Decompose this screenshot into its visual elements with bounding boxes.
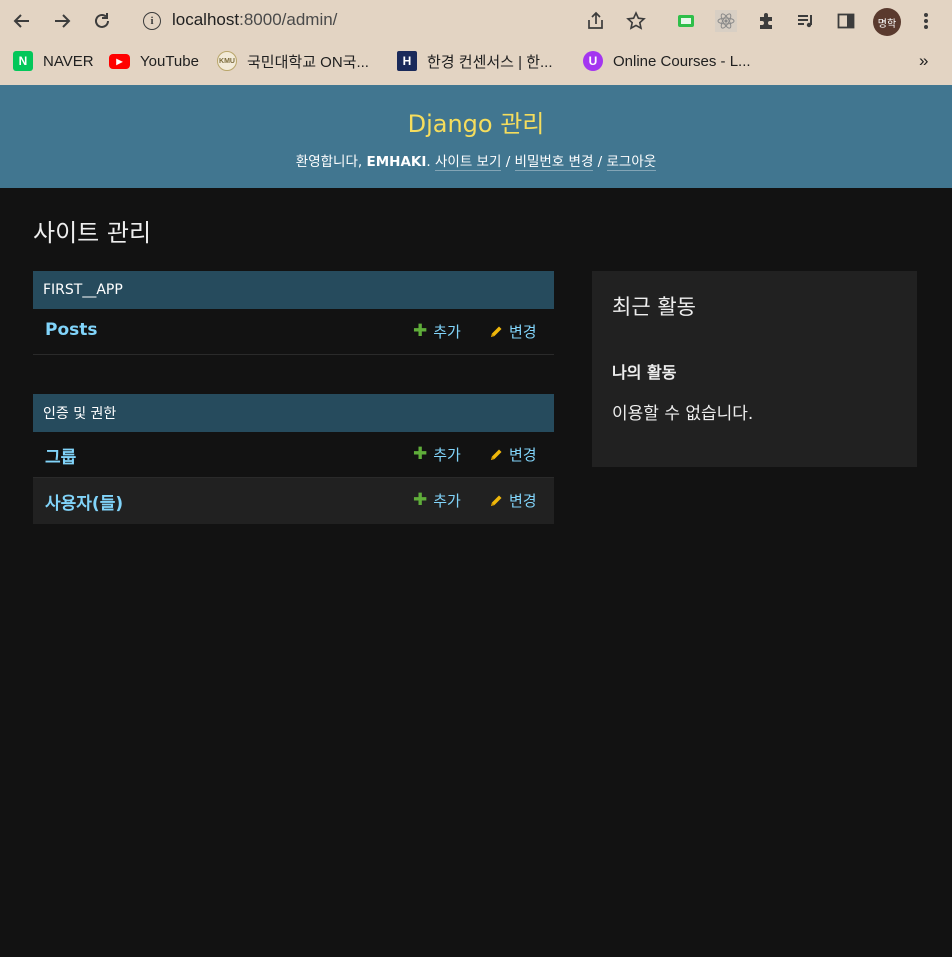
bookmark-label: 한경 컨센서스 | 한... — [427, 53, 553, 71]
youtube-icon: ▶ — [109, 53, 130, 69]
add-users-link[interactable]: ✚ 추가 — [413, 490, 461, 511]
bookmark-udemy[interactable]: U Online Courses - L... — [583, 50, 751, 72]
hankyung-icon: H — [397, 51, 417, 71]
model-row-posts: Posts ✚ 추가 변경 — [33, 309, 554, 355]
my-actions-heading: 나의 활동 — [612, 363, 677, 382]
view-site-link[interactable]: 사이트 보기 — [434, 154, 502, 171]
plus-icon: ✚ — [413, 321, 428, 341]
model-row-groups: 그룹 ✚ 추가 변경 — [33, 432, 554, 478]
admin-header: Django 관리 환영합니다, EMHAKI. 사이트 보기 / 비밀번호 변… — [0, 85, 952, 188]
model-link-users[interactable]: 사용자(들) — [45, 489, 123, 514]
bookmark-label: Online Courses - L... — [613, 52, 751, 70]
kookmin-icon: KMU — [217, 51, 237, 71]
pencil-icon — [491, 326, 502, 337]
add-posts-link[interactable]: ✚ 추가 — [413, 321, 461, 342]
add-label: 추가 — [433, 323, 461, 341]
recent-actions-panel: 최근 활동 나의 활동 이용할 수 없습니다. — [592, 271, 917, 467]
back-button[interactable] — [10, 9, 34, 33]
page-title: 사이트 관리 — [33, 219, 152, 247]
udemy-icon: U — [583, 51, 603, 71]
pencil-icon — [491, 449, 502, 460]
app-module-auth: 인증 및 권한 그룹 ✚ 추가 변경 사용자(들) ✚ 추가 변경 — [33, 394, 554, 524]
side-panel-icon[interactable] — [835, 10, 857, 32]
menu-kebab-icon[interactable] — [915, 10, 937, 32]
module-caption[interactable]: 인증 및 권한 — [33, 394, 554, 432]
share-icon[interactable] — [585, 10, 607, 32]
add-groups-link[interactable]: ✚ 추가 — [413, 444, 461, 465]
extensions-puzzle-icon[interactable] — [755, 10, 777, 32]
arrow-right-icon — [55, 14, 71, 28]
model-link-posts[interactable]: Posts — [45, 320, 98, 340]
module-caption[interactable]: FIRST__APP — [33, 271, 554, 309]
url-host: localhost — [172, 10, 240, 29]
browser-toolbar: i localhost:8000/admin/ 명학 — [0, 0, 952, 42]
bookmark-label: 국민대학교 ON국... — [247, 53, 369, 71]
pencil-icon — [491, 495, 502, 506]
change-posts-link[interactable]: 변경 — [489, 321, 537, 342]
bookmark-youtube[interactable]: ▶ YouTube — [109, 50, 199, 72]
model-link-groups[interactable]: 그룹 — [45, 443, 76, 468]
logout-link[interactable]: 로그아웃 — [606, 154, 657, 171]
bookmark-star-icon[interactable] — [625, 10, 647, 32]
naver-icon: N — [13, 51, 33, 71]
add-label: 추가 — [433, 492, 461, 510]
reload-icon — [95, 13, 109, 28]
change-groups-link[interactable]: 변경 — [489, 444, 537, 465]
user-tools: 환영합니다, EMHAKI. 사이트 보기 / 비밀번호 변경 / 로그아웃 — [295, 154, 657, 171]
username: EMHAKI — [366, 154, 427, 170]
site-branding[interactable]: Django 관리 — [0, 104, 952, 139]
model-row-users: 사용자(들) ✚ 추가 변경 — [33, 478, 554, 524]
recent-actions-title: 최근 활동 — [612, 295, 696, 319]
bookmark-naver[interactable]: N NAVER — [13, 50, 94, 72]
change-label: 변경 — [509, 492, 537, 510]
change-label: 변경 — [509, 446, 537, 464]
bookmarks-bar: N NAVER ▶ YouTube KMU 국민대학교 ON국... H 한경 … — [0, 42, 952, 85]
bookmark-label: NAVER — [43, 52, 94, 70]
media-control-icon[interactable] — [795, 10, 817, 32]
plus-icon: ✚ — [413, 490, 428, 510]
forward-button[interactable] — [50, 9, 74, 33]
bookmark-kookmin[interactable]: KMU 국민대학교 ON국... — [217, 50, 369, 72]
profile-avatar[interactable]: 명학 — [873, 8, 901, 36]
bookmark-label: YouTube — [140, 52, 199, 70]
react-devtools-icon[interactable] — [715, 10, 737, 32]
site-info-icon[interactable]: i — [143, 12, 161, 30]
browser-chrome: i localhost:8000/admin/ 명학 N NAVER ▶ You… — [0, 0, 952, 85]
address-bar[interactable]: localhost:8000/admin/ — [172, 10, 337, 30]
extension-screen-icon[interactable] — [675, 10, 697, 32]
reload-button[interactable] — [90, 9, 114, 33]
no-actions-text: 이용할 수 없습니다. — [612, 404, 754, 424]
change-password-link[interactable]: 비밀번호 변경 — [514, 154, 594, 171]
more-bookmarks-button[interactable]: » — [919, 50, 928, 72]
bookmark-hankyung[interactable]: H 한경 컨센서스 | 한... — [397, 50, 553, 72]
arrow-left-icon — [13, 14, 29, 28]
add-label: 추가 — [433, 446, 461, 464]
welcome-text: 환영합니다, — [295, 154, 363, 170]
change-users-link[interactable]: 변경 — [489, 490, 537, 511]
separator: / — [505, 154, 511, 170]
url-path: :8000/admin/ — [239, 10, 338, 29]
separator: / — [597, 154, 603, 170]
plus-icon: ✚ — [413, 444, 428, 464]
change-label: 변경 — [509, 323, 537, 341]
app-module-first-app: FIRST__APP Posts ✚ 추가 변경 — [33, 271, 554, 355]
